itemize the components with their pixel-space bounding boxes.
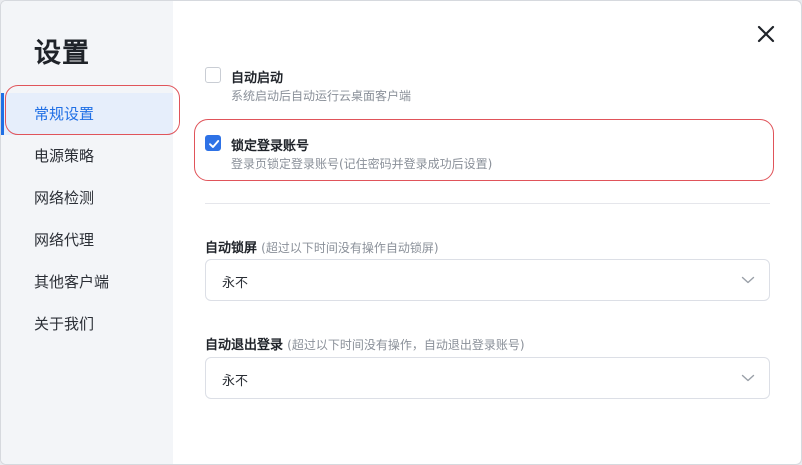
auto-logout-value: 永不 — [222, 374, 249, 389]
divider — [205, 203, 770, 204]
auto-logout-label: 自动退出登录 (超过以下时间没有操作，自动退出登录账号) — [205, 334, 525, 353]
sidebar-nav: 常规设置 电源策略 网络检测 网络代理 其他客户端 关于我们 — [1, 93, 173, 345]
auto-lock-hint: (超过以下时间没有操作自动锁屏) — [261, 241, 439, 255]
sidebar-item-power[interactable]: 电源策略 — [1, 135, 173, 177]
auto-logout-label-text: 自动退出登录 — [205, 338, 284, 353]
lock-account-desc: 登录页锁定登录账号(记住密码并登录成功后设置) — [231, 157, 493, 171]
auto-lock-label-text: 自动锁屏 — [205, 241, 258, 256]
sidebar-item-other-clients[interactable]: 其他客户端 — [1, 261, 173, 303]
chevron-down-icon — [741, 276, 755, 284]
sidebar-item-network-proxy[interactable]: 网络代理 — [1, 219, 173, 261]
lock-account-option: 锁定登录账号 登录页锁定登录账号(记住密码并登录成功后设置) — [205, 135, 765, 175]
close-button[interactable] — [753, 21, 779, 47]
sidebar-title: 设置 — [34, 38, 90, 69]
auto-logout-hint: (超过以下时间没有操作，自动退出登录账号) — [287, 338, 525, 352]
sidebar-item-general[interactable]: 常规设置 — [1, 93, 173, 135]
sidebar-item-about[interactable]: 关于我们 — [1, 303, 173, 345]
settings-dialog: 设置 常规设置 电源策略 网络检测 网络代理 其他客户端 关于我们 自动启动 系… — [0, 0, 802, 465]
auto-logout-select[interactable]: 永不 — [205, 357, 770, 399]
auto-lock-select[interactable]: 永不 — [205, 259, 770, 301]
autostart-desc: 系统启动后自动运行云桌面客户端 — [231, 89, 412, 103]
autostart-checkbox[interactable] — [205, 67, 221, 83]
autostart-title: 自动启动 — [231, 71, 284, 86]
autostart-option: 自动启动 系统启动后自动运行云桌面客户端 — [205, 67, 765, 107]
auto-lock-value: 永不 — [222, 276, 249, 291]
lock-account-title: 锁定登录账号 — [231, 139, 310, 154]
lock-account-checkbox[interactable] — [205, 135, 221, 151]
check-icon — [209, 140, 220, 148]
close-icon — [757, 25, 775, 43]
sidebar: 设置 常规设置 电源策略 网络检测 网络代理 其他客户端 关于我们 — [1, 1, 173, 464]
auto-lock-label: 自动锁屏 (超过以下时间没有操作自动锁屏) — [205, 237, 439, 256]
chevron-down-icon — [741, 374, 755, 382]
sidebar-item-network-check[interactable]: 网络检测 — [1, 177, 173, 219]
